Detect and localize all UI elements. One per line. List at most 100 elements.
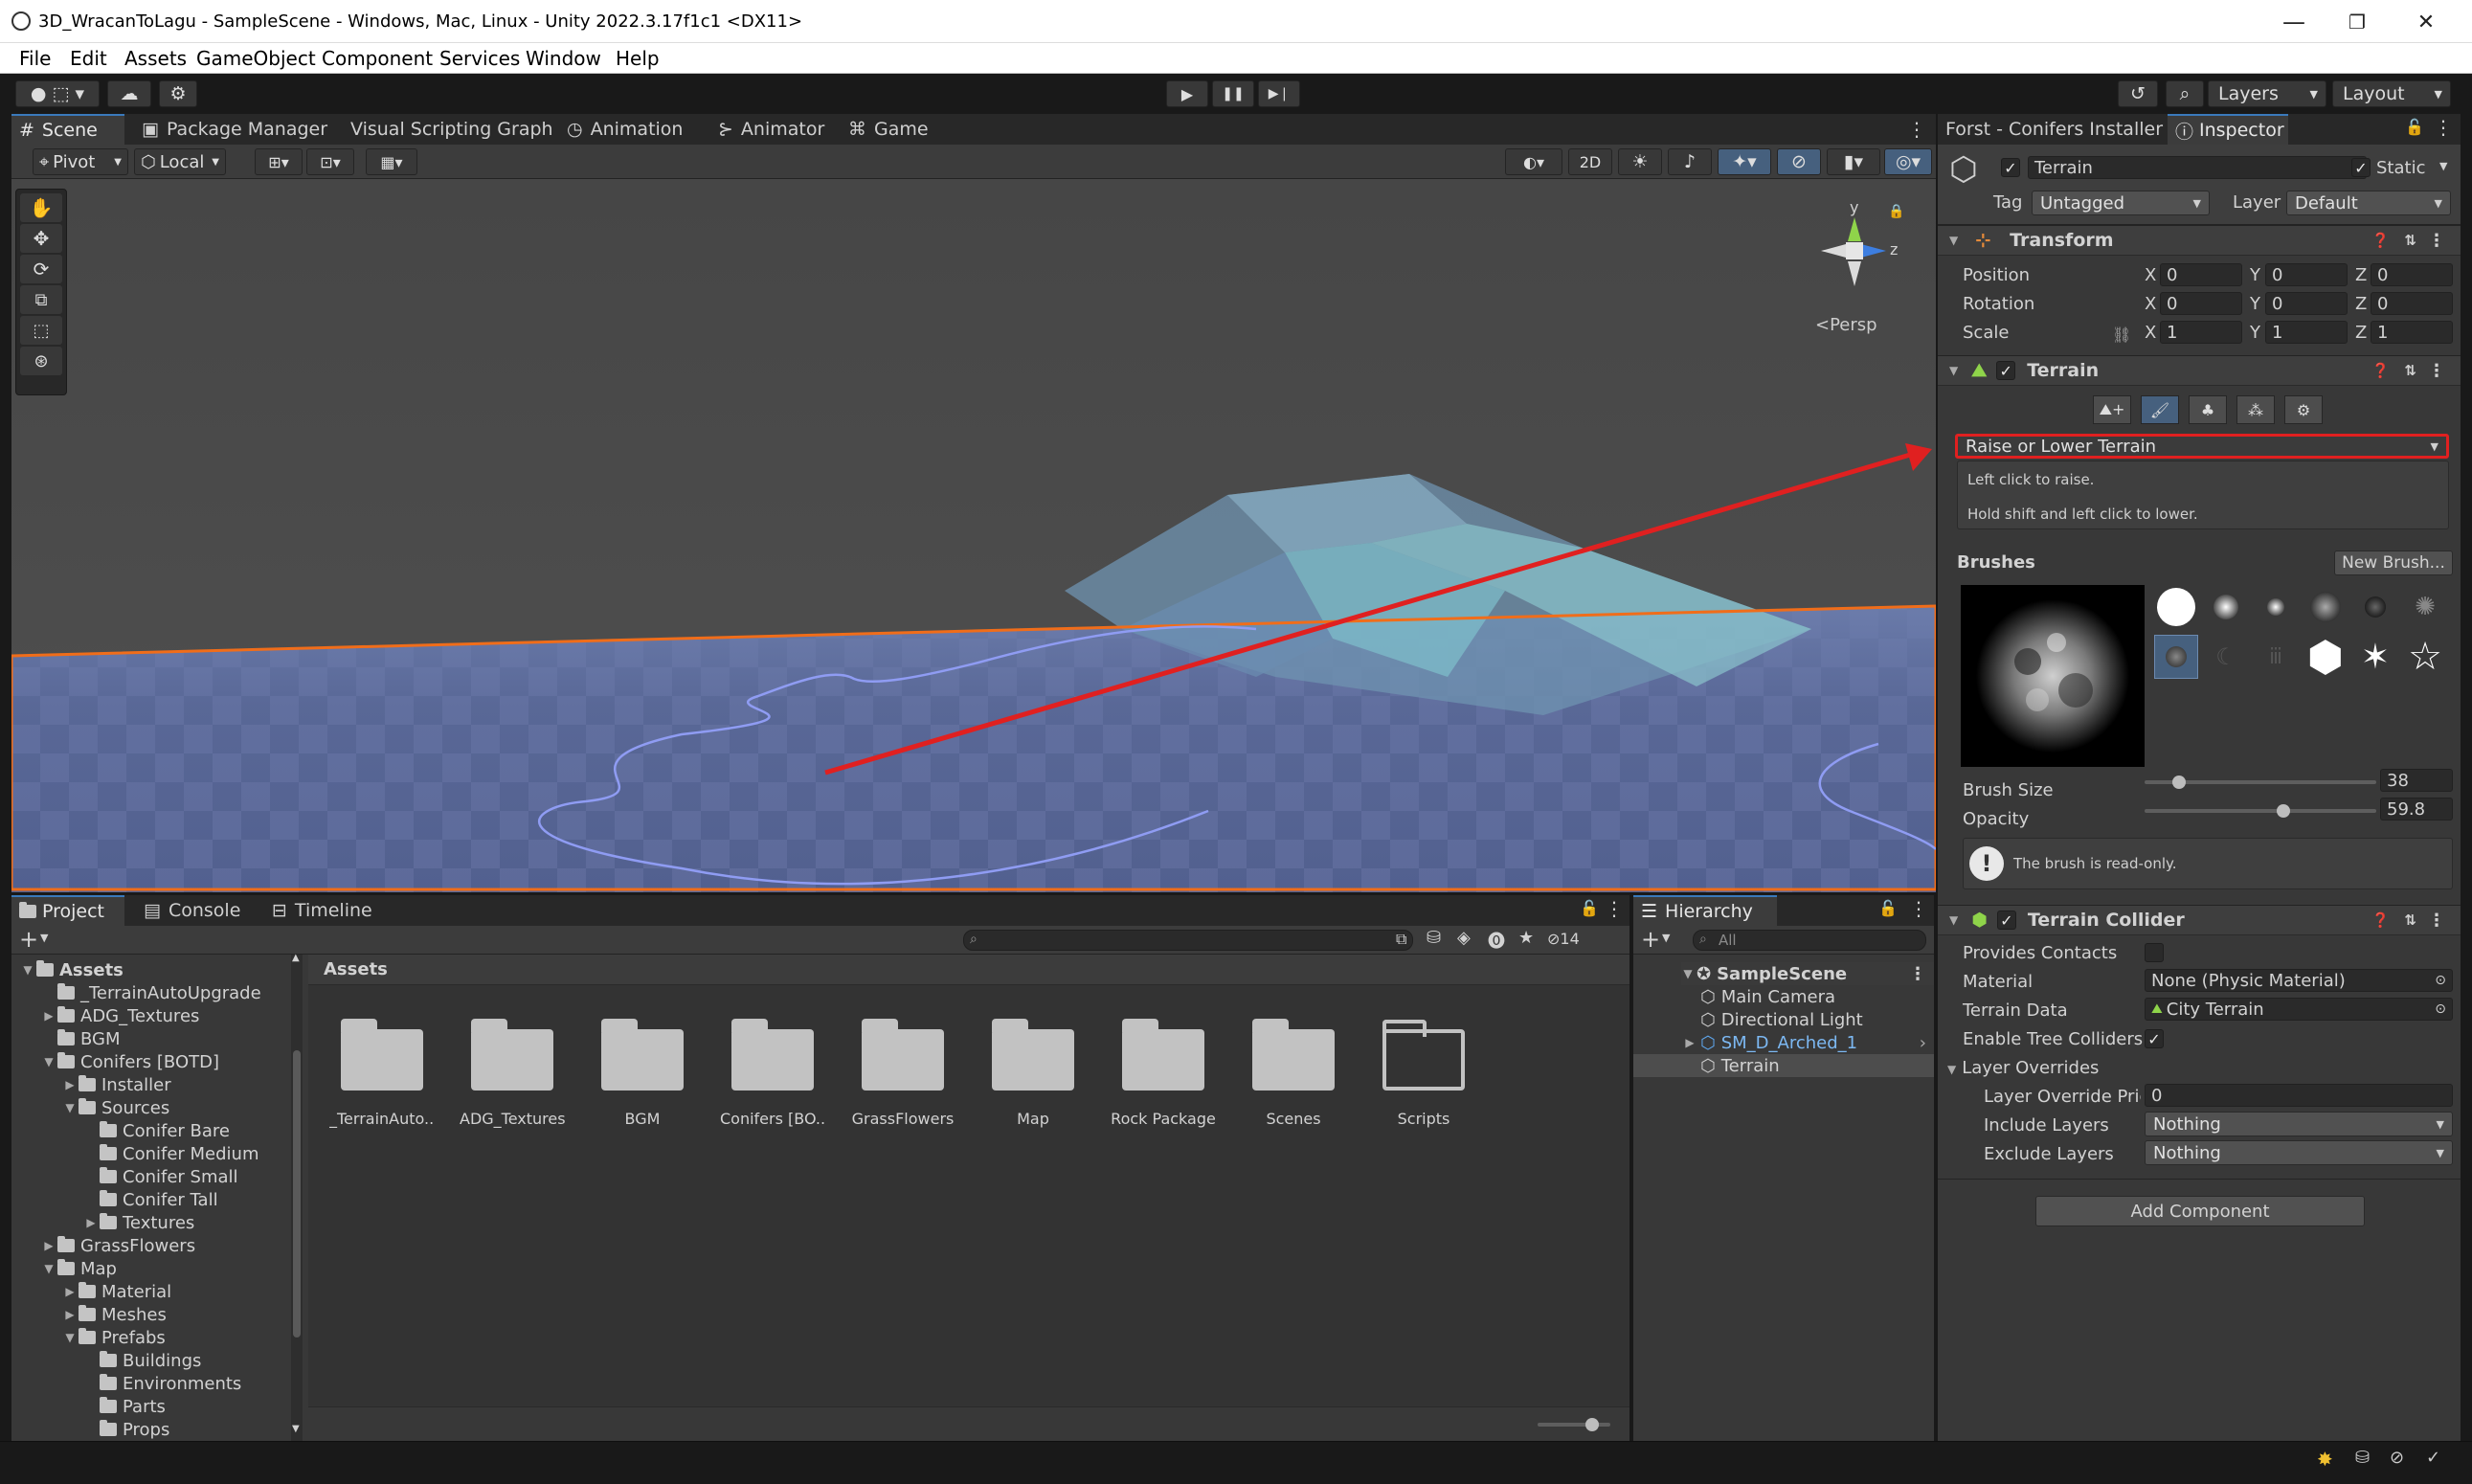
create-object-button[interactable]: + xyxy=(1641,926,1660,953)
chevron-down-icon[interactable]: ▼ xyxy=(1662,932,1670,944)
axis-label[interactable]: X xyxy=(2145,265,2156,285)
folder-tree-item[interactable]: Conifer Medium xyxy=(84,1142,289,1165)
project-search-input[interactable]: ⌕ xyxy=(963,930,1413,951)
scene-viewport[interactable]: ✋ ✥ ⟳ ⧉ ⬚ ⊛ y z 🔒 <Persp xyxy=(11,179,1936,892)
increment-snap-button[interactable]: ⊡▾ xyxy=(306,148,354,175)
active-checkbox[interactable]: ✓ xyxy=(2001,158,2020,177)
opacity-field[interactable]: 59.8 xyxy=(2380,798,2453,821)
collapsed-arrow-icon[interactable]: ▶ xyxy=(63,1078,77,1091)
camera-settings-button[interactable]: ▮▾ xyxy=(1827,148,1880,175)
folder-tree-item[interactable]: ▼ Prefabs xyxy=(63,1326,289,1349)
layer-dropdown[interactable]: Default xyxy=(2286,191,2451,215)
folder-tree-item[interactable]: ▶ Material xyxy=(63,1280,289,1303)
terrain-header[interactable]: ▼ ⛰ ✓ Terrain ❓ ⇅ ⋮ xyxy=(1938,355,2461,386)
new-brush-button[interactable]: New Brush... xyxy=(2334,551,2453,575)
brush-grass[interactable]: ⅲ xyxy=(2254,635,2298,679)
pivot-dropdown[interactable]: ⌖ Pivot ▼ xyxy=(33,148,128,175)
paint-terrain-tool[interactable]: 🖌 xyxy=(2141,395,2179,424)
play-button[interactable]: ▶ xyxy=(1166,80,1208,107)
layers-dropdown[interactable]: Layers ▼ xyxy=(2208,80,2326,107)
effects-toggle[interactable]: ✦▾ xyxy=(1718,148,1771,175)
tab-visual-scripting[interactable]: Visual Scripting Graph xyxy=(343,114,567,145)
persp-toggle[interactable]: <Persp xyxy=(1815,315,1877,335)
folder-tree-item[interactable]: Conifer Small xyxy=(84,1165,289,1188)
debug-mode-icon[interactable]: ⊘ xyxy=(2390,1448,2404,1468)
opacity-slider-knob[interactable] xyxy=(2277,804,2291,818)
presets-icon[interactable]: ⇅ xyxy=(2404,362,2416,379)
tab-game[interactable]: ⌘ Game xyxy=(841,114,946,145)
more-options-icon[interactable]: ⋮ xyxy=(1605,897,1624,920)
brush-selected[interactable] xyxy=(2154,635,2198,679)
grid-visibility-button[interactable]: ▦▾ xyxy=(366,148,417,175)
presets-icon[interactable]: ⇅ xyxy=(2404,911,2416,929)
folder-tree-item[interactable]: Buildings xyxy=(84,1349,289,1372)
object-picker-icon[interactable]: ⊙ xyxy=(2435,1001,2446,1017)
help-icon[interactable]: ❓ xyxy=(2371,232,2390,249)
more-options-icon[interactable]: ⋮ xyxy=(1909,897,1928,920)
grid-snap-button[interactable]: ⊞▾ xyxy=(255,148,303,175)
terrain-settings-tool[interactable]: ⚙ xyxy=(2284,395,2323,424)
tab-hierarchy[interactable]: ☰ Hierarchy xyxy=(1633,895,1777,926)
terrain-data-field[interactable]: ⛰ City Terrain ⊙ xyxy=(2145,998,2453,1021)
brush-hard-round[interactable] xyxy=(2154,585,2198,629)
folder-tree-item[interactable]: Parts xyxy=(84,1395,289,1418)
hidden-objects-toggle[interactable]: ⊘ xyxy=(1777,148,1821,175)
icon-size-slider-knob[interactable] xyxy=(1585,1418,1599,1431)
folder-tree-item[interactable]: ▼ Map xyxy=(42,1257,289,1280)
hierarchy-item[interactable]: ⬡ Terrain xyxy=(1633,1054,1934,1077)
asset-folder-item[interactable]: BGM xyxy=(590,1018,695,1128)
asset-folder-item[interactable]: Scenes xyxy=(1241,1018,1346,1128)
menu-help[interactable]: Help xyxy=(616,47,660,70)
hand-tool[interactable]: ✋ xyxy=(20,193,62,222)
hierarchy-item[interactable]: ▶ › ⬡ SM_D_Arched_1 xyxy=(1633,1031,1934,1054)
object-name-field[interactable]: Terrain xyxy=(2028,156,2367,179)
paint-details-tool[interactable]: ⁂ xyxy=(2236,395,2275,424)
tab-animator[interactable]: ⊱ Animator xyxy=(710,114,844,145)
layer-override-priority-field[interactable]: 0 xyxy=(2145,1084,2453,1107)
add-asset-button[interactable]: + xyxy=(19,926,38,953)
hidden-packages-toggle[interactable]: ⊘14 xyxy=(1547,930,1580,948)
create-neighbor-terrains-tool[interactable]: ⛰+ xyxy=(2093,395,2131,424)
tag-dropdown[interactable]: Untagged xyxy=(2032,191,2210,215)
brush-splatter[interactable]: ✺ xyxy=(2403,585,2447,629)
breadcrumb[interactable]: Assets xyxy=(308,955,1629,985)
local-dropdown[interactable]: ⬡ Local ▼ xyxy=(134,148,226,175)
expanded-arrow-icon[interactable]: ▼ xyxy=(21,963,34,977)
gizmos-toggle[interactable]: ◎▾ xyxy=(1884,148,1932,175)
lock-icon[interactable]: 🔓 xyxy=(2405,118,2424,136)
lighting-toggle[interactable]: ☀ xyxy=(1618,148,1662,175)
expanded-arrow-icon[interactable]: ▼ xyxy=(63,1101,77,1114)
rotate-tool[interactable]: ⟳ xyxy=(20,255,62,283)
tab-conifers-installer[interactable]: Forst - Conifers Installer xyxy=(1938,114,2166,145)
more-options-icon[interactable]: ⋮ xyxy=(2434,116,2453,139)
tab-scene[interactable]: # Scene xyxy=(11,114,124,145)
chevron-down-icon[interactable]: ▼ xyxy=(40,932,48,944)
include-layers-dropdown[interactable]: Nothing xyxy=(2145,1112,2453,1136)
axis-label[interactable]: Y xyxy=(2250,294,2260,314)
transform-x-field[interactable]: 0 xyxy=(2160,263,2242,286)
terrain-enabled-checkbox[interactable]: ✓ xyxy=(1996,361,2016,380)
axis-label[interactable]: X xyxy=(2145,294,2156,314)
add-component-button[interactable]: Add Component xyxy=(2035,1196,2365,1226)
folder-tree-item[interactable]: Props xyxy=(84,1418,289,1441)
transform-z-field[interactable]: 1 xyxy=(2371,321,2453,344)
rect-tool[interactable]: ⬚ xyxy=(20,316,62,345)
axis-label[interactable]: Z xyxy=(2355,265,2367,285)
folder-tree-item[interactable]: ▶ ADG_Textures xyxy=(42,1004,289,1027)
asset-folder-item[interactable]: Scripts xyxy=(1371,1018,1476,1128)
folder-tree-item[interactable]: BGM xyxy=(42,1027,289,1050)
favorite-icon[interactable]: ★ xyxy=(1518,928,1534,948)
menu-edit[interactable]: Edit xyxy=(70,47,107,70)
transform-z-field[interactable]: 0 xyxy=(2371,292,2453,315)
step-button[interactable]: ▶❘ xyxy=(1258,80,1300,107)
help-icon[interactable]: ❓ xyxy=(2371,911,2390,929)
folder-tree-item[interactable]: Conifer Bare xyxy=(84,1119,289,1142)
paint-trees-tool[interactable]: ♣ xyxy=(2189,395,2227,424)
folder-tree-item[interactable]: Environments xyxy=(84,1372,289,1395)
asset-folder-item[interactable]: Rock Package xyxy=(1111,1018,1216,1128)
collapsed-arrow-icon[interactable]: ▶ xyxy=(42,1009,56,1023)
hierarchy-search-input[interactable]: ⌕ All xyxy=(1693,930,1926,951)
menu-assets[interactable]: Assets xyxy=(124,47,187,70)
pause-button[interactable]: ❚❚ xyxy=(1212,80,1254,107)
brush-noise[interactable] xyxy=(2303,585,2348,629)
